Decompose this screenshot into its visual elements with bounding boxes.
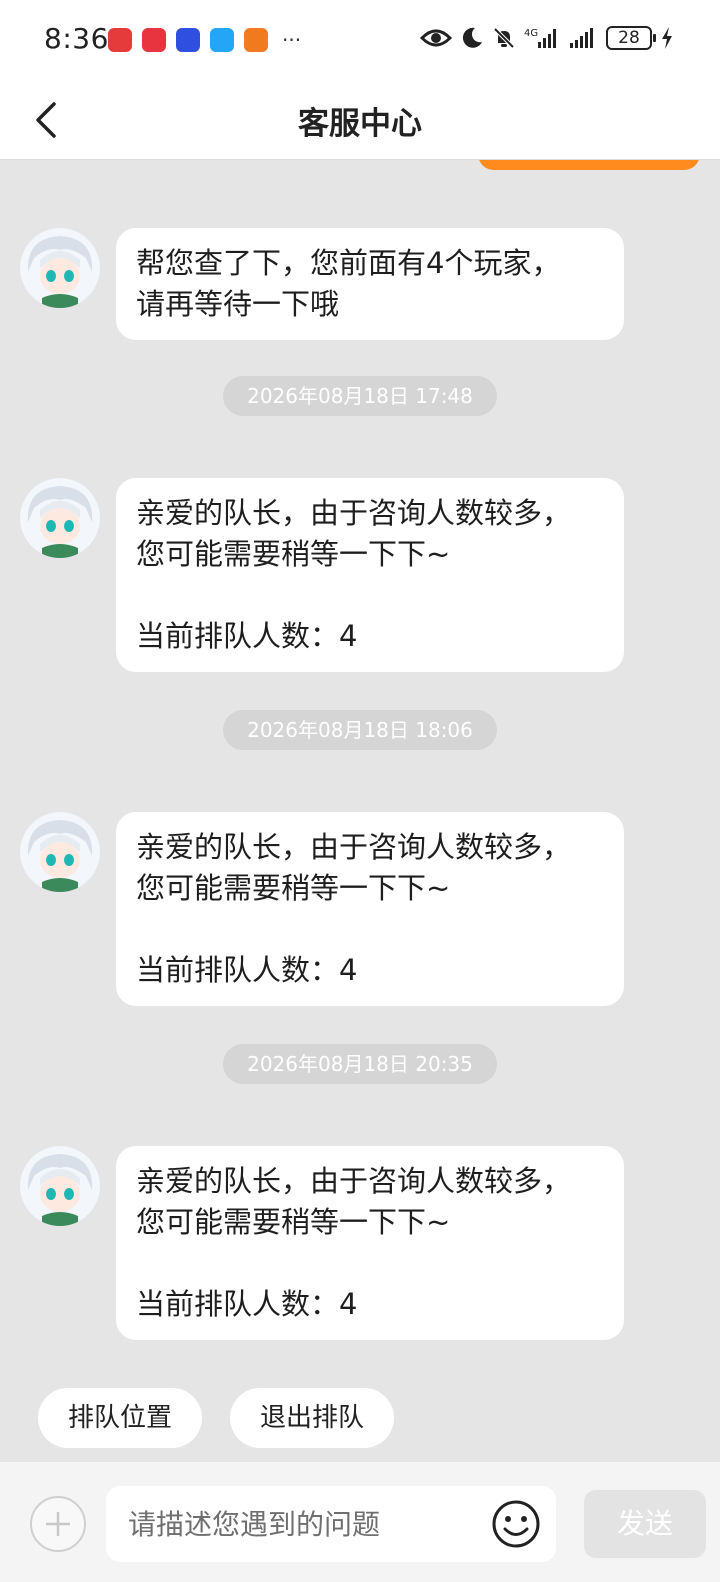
message-app-icon: [210, 28, 234, 52]
battery-indicator: 28: [606, 26, 656, 50]
status-indicators: 4G 28: [420, 26, 674, 50]
agent-avatar[interactable]: [20, 812, 100, 892]
timestamp-divider: 2026年08月18日 17:48: [0, 376, 720, 416]
user-message-bubble: [478, 160, 700, 170]
agent-avatar[interactable]: [20, 478, 100, 558]
exit-queue-button[interactable]: 退出排队: [230, 1388, 395, 1448]
message-bubble[interactable]: 亲爱的队长，由于咨询人数较多， 您可能需要稍等一下下~ 当前排队人数：4: [116, 1146, 624, 1340]
quick-reply-row: 排队位置 退出排队: [38, 1388, 395, 1448]
timestamp: 2026年08月18日 20:35: [223, 1044, 497, 1084]
header: 客服中心: [0, 80, 720, 160]
message-input[interactable]: [106, 1486, 556, 1562]
status-bar: 8:36 ··· 4G 28: [0, 0, 720, 80]
anime-avatar-icon: [20, 812, 100, 892]
news-app-icon: [108, 28, 132, 52]
timestamp-divider: 2026年08月18日 20:35: [0, 1044, 720, 1084]
message-bubble[interactable]: 亲爱的队长，由于咨询人数较多， 您可能需要稍等一下下~ 当前排队人数：4: [116, 478, 624, 672]
more-notifications-icon: ···: [282, 28, 302, 52]
message-bubble[interactable]: 亲爱的队长，由于咨询人数较多， 您可能需要稍等一下下~ 当前排队人数：4: [116, 812, 624, 1006]
agent-avatar[interactable]: [20, 228, 100, 308]
signal-4g-icon: 4G: [524, 28, 556, 48]
timestamp: 2026年08月18日 17:48: [223, 376, 497, 416]
input-bar: 发送: [0, 1462, 720, 1582]
status-app-icons: ···: [108, 28, 301, 52]
anime-avatar-icon: [20, 1146, 100, 1226]
huawei-app-icon: [142, 28, 166, 52]
queue-position-button[interactable]: 排队位置: [38, 1388, 203, 1448]
anime-avatar-icon: [20, 478, 100, 558]
svg-text:4G: 4G: [524, 28, 538, 39]
smiley-icon: [492, 1500, 540, 1548]
message-bubble[interactable]: 帮您查了下，您前面有4个玩家， 请再等待一下哦: [116, 228, 624, 340]
agent-avatar[interactable]: [20, 1146, 100, 1226]
emoji-button[interactable]: [490, 1498, 542, 1550]
plus-icon: [46, 1512, 70, 1536]
blue-app-icon: [176, 28, 200, 52]
timestamp: 2026年08月18日 18:06: [223, 710, 497, 750]
mute-bell-icon: [493, 27, 515, 49]
anime-avatar-icon: [20, 228, 100, 308]
moon-icon: [462, 27, 482, 48]
charging-icon: [662, 27, 672, 49]
attach-button[interactable]: [30, 1496, 86, 1552]
page-title: 客服中心: [298, 106, 422, 142]
signal-sim2-icon: [570, 28, 593, 48]
eye-icon: [420, 29, 452, 47]
chat-area[interactable]: 帮您查了下，您前面有4个玩家， 请再等待一下哦 2026年08月18日 17:4…: [0, 160, 720, 1462]
status-time: 8:36: [44, 22, 109, 55]
timestamp-divider: 2026年08月18日 18:06: [0, 710, 720, 750]
send-button[interactable]: 发送: [584, 1490, 706, 1558]
orange-app-icon: [244, 28, 268, 52]
